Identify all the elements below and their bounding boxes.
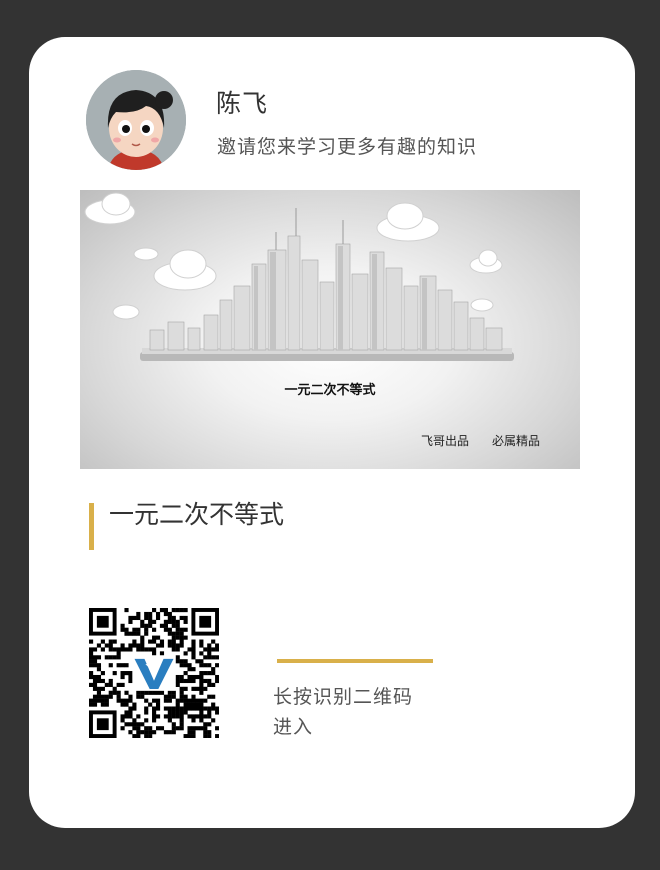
banner-footer-right: 必属精品 bbox=[492, 434, 541, 448]
qr-code-image bbox=[89, 608, 220, 739]
qr-finder-pattern bbox=[191, 608, 219, 636]
cloud-icon bbox=[153, 249, 217, 291]
qr-hint-line1: 长按识别二维码 bbox=[273, 686, 414, 708]
v-logo-icon bbox=[132, 655, 176, 691]
qr-finder-pattern bbox=[89, 608, 117, 636]
invite-text: 邀请您来学习更多有趣的知识 bbox=[217, 136, 478, 158]
city-skyline-illustration bbox=[84, 192, 514, 361]
cartoon-girl-avatar-icon bbox=[86, 70, 186, 170]
avatar bbox=[86, 70, 186, 170]
cloud-icon bbox=[470, 298, 494, 312]
accent-bar bbox=[89, 503, 94, 550]
qr-finder-pattern bbox=[89, 710, 117, 738]
cloud-icon bbox=[84, 192, 136, 225]
banner-footer-left: 飞哥出品 bbox=[421, 434, 470, 448]
cloud-icon bbox=[376, 202, 440, 242]
qr-code[interactable] bbox=[89, 608, 220, 739]
qr-divider bbox=[277, 659, 433, 663]
banner-title: 一元二次不等式 bbox=[284, 383, 376, 398]
cloud-icon bbox=[469, 249, 503, 274]
course-title: 一元二次不等式 bbox=[109, 500, 285, 529]
qr-hint-line2: 进入 bbox=[273, 716, 314, 738]
user-name: 陈飞 bbox=[216, 89, 269, 118]
course-banner: 一元二次不等式 飞哥出品 必属精品 bbox=[80, 190, 580, 469]
cloud-icon bbox=[112, 304, 140, 320]
cloud-icon bbox=[133, 247, 159, 261]
